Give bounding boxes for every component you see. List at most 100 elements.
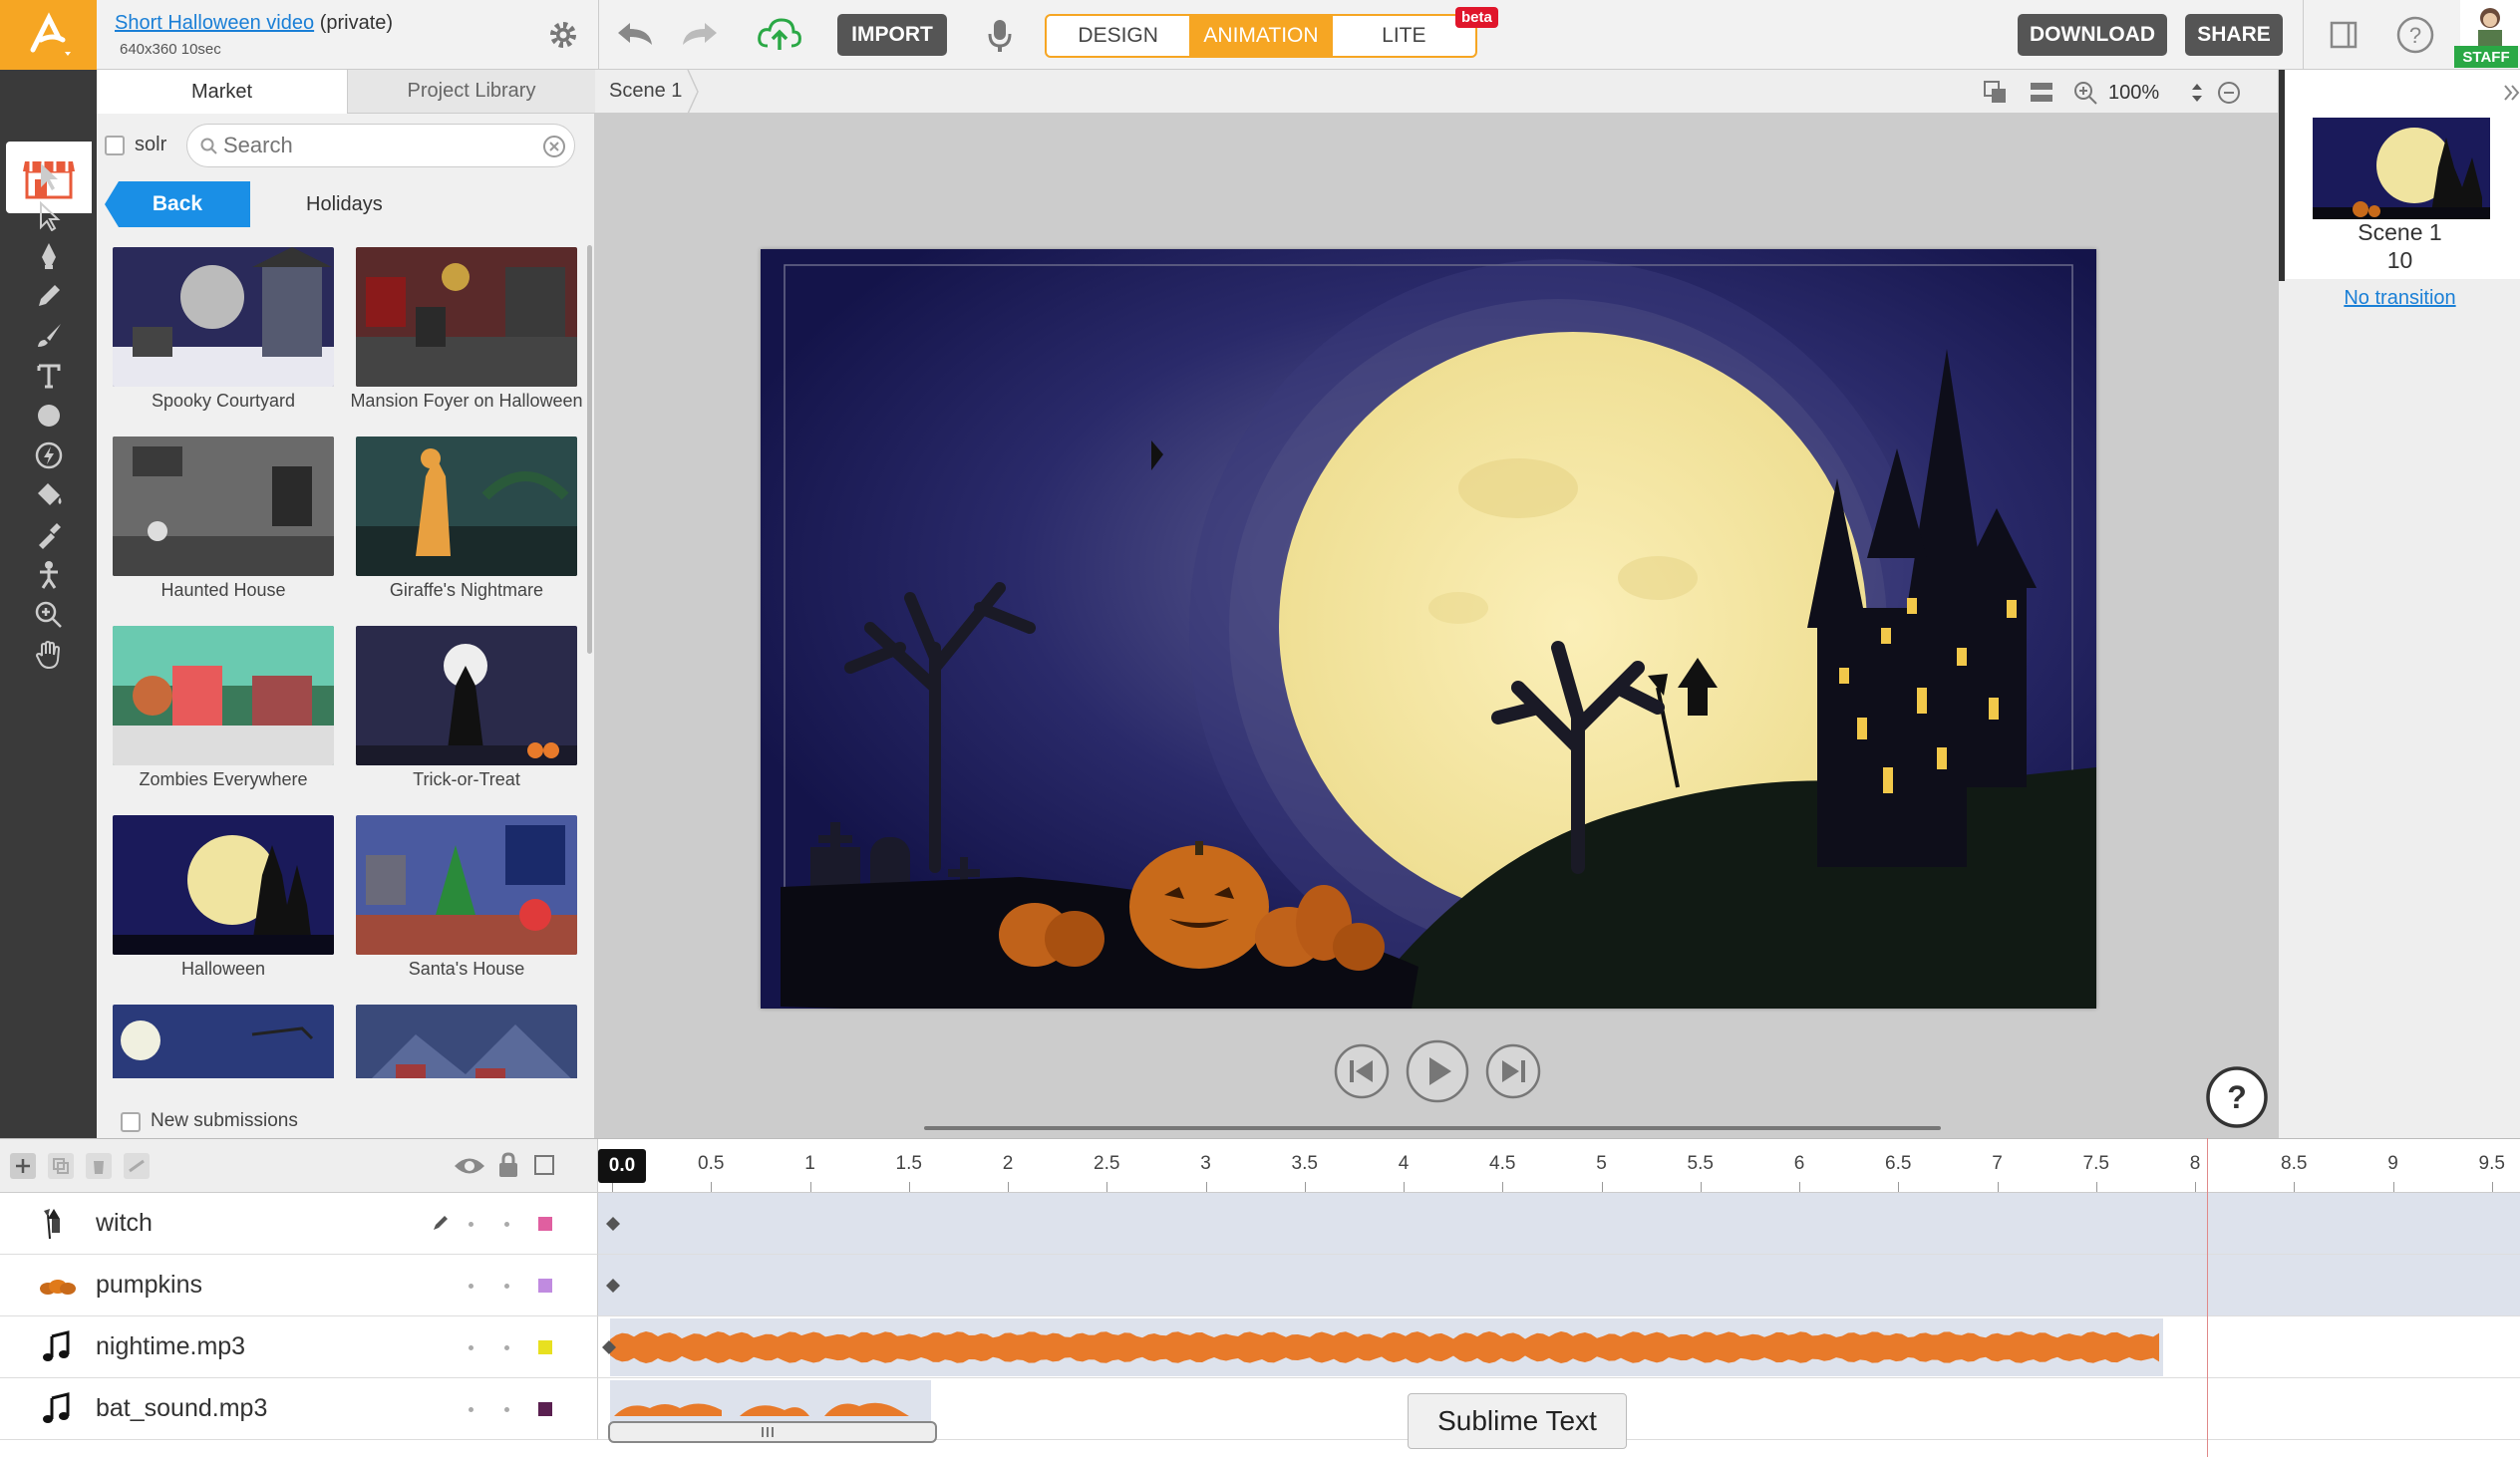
- asset-card[interactable]: Trick-or-Treat: [348, 620, 577, 809]
- lock-dot[interactable]: [504, 1407, 509, 1412]
- duplicate-layer-icon[interactable]: [46, 1151, 76, 1181]
- panel-toggle-icon[interactable]: [2327, 18, 2361, 52]
- logo-icon: [30, 12, 71, 56]
- clear-search-icon[interactable]: [542, 135, 566, 158]
- outline-toggle-icon[interactable]: [532, 1153, 556, 1177]
- new-submissions-checkbox[interactable]: [121, 1112, 141, 1132]
- track-nightime-audio[interactable]: [598, 1316, 2520, 1378]
- ruler-tick-label: 1: [804, 1153, 815, 1174]
- import-button[interactable]: IMPORT: [837, 14, 947, 56]
- align-icon[interactable]: [2027, 78, 2056, 108]
- track-pumpkins[interactable]: [598, 1255, 2520, 1316]
- zoom-stepper-icon[interactable]: [2190, 80, 2204, 106]
- music-note-icon: [43, 1330, 70, 1361]
- settings-gear-icon[interactable]: [546, 18, 580, 52]
- microphone-icon[interactable]: [982, 16, 1018, 56]
- playback-controls: [1333, 1038, 1542, 1104]
- lock-dot[interactable]: [504, 1222, 509, 1227]
- layer-color-swatch[interactable]: [538, 1402, 552, 1416]
- asset-thumbnail: [356, 247, 577, 387]
- asset-card[interactable]: Mansion Foyer on Halloween: [348, 241, 583, 431]
- help-question-icon[interactable]: ?: [2204, 1064, 2270, 1130]
- tab-project-library[interactable]: Project Library: [348, 70, 595, 114]
- help-icon[interactable]: ?: [2394, 14, 2436, 56]
- timeline-layer[interactable]: nightime.mp3: [0, 1316, 598, 1378]
- scene-canvas[interactable]: [761, 249, 2096, 1009]
- layer-color-swatch[interactable]: [538, 1340, 552, 1354]
- zoom-in-icon[interactable]: [2072, 80, 2098, 106]
- solr-checkbox[interactable]: [105, 136, 125, 155]
- asset-card[interactable]: Halloween: [105, 809, 334, 999]
- mode-design[interactable]: DESIGN: [1047, 16, 1189, 56]
- layer-color-swatch[interactable]: [538, 1217, 552, 1231]
- ruler-tick: [612, 1182, 613, 1192]
- divider: [2303, 0, 2304, 70]
- ruler-tick-label: 3.5: [1291, 1153, 1318, 1174]
- keyframe-icon[interactable]: [600, 1338, 618, 1356]
- scene-transition-link[interactable]: No transition: [2279, 287, 2520, 310]
- visibility-dot[interactable]: [469, 1284, 473, 1289]
- scene-breadcrumb[interactable]: Scene 1: [609, 80, 682, 103]
- scene-item[interactable]: Scene 1 10: [2279, 70, 2520, 281]
- timeline-layer[interactable]: bat_sound.mp3: [0, 1378, 598, 1440]
- tab-market[interactable]: Market: [97, 70, 348, 114]
- keyframe-icon[interactable]: [604, 1277, 622, 1295]
- timeline-layer[interactable]: pumpkins: [0, 1255, 598, 1316]
- hand-icon[interactable]: [24, 630, 74, 680]
- share-button[interactable]: SHARE: [2185, 14, 2283, 56]
- layer-color-swatch[interactable]: [538, 1279, 552, 1293]
- lock-icon[interactable]: [496, 1151, 520, 1179]
- timeline-ruler[interactable]: 0.511.522.533.544.555.566.577.588.599.51…: [598, 1139, 2520, 1193]
- playhead-time[interactable]: 0.0: [598, 1149, 646, 1183]
- delete-layer-icon[interactable]: [84, 1151, 114, 1181]
- download-button[interactable]: DOWNLOAD: [2018, 14, 2167, 56]
- add-layer-icon[interactable]: [8, 1151, 38, 1181]
- visibility-dot[interactable]: [469, 1222, 473, 1227]
- zoom-level[interactable]: 100%: [2108, 82, 2159, 105]
- cloud-upload-icon[interactable]: [756, 14, 803, 54]
- search-box: [186, 124, 575, 167]
- asset-card[interactable]: Giraffe's Nightmare: [348, 431, 577, 620]
- mode-lite[interactable]: LITE: [1333, 16, 1475, 56]
- ruler-tick: [1700, 1182, 1702, 1192]
- app-window: Short Halloween video (private) 640x360 …: [0, 0, 2520, 1457]
- back-button[interactable]: Back: [105, 181, 250, 227]
- lock-dot[interactable]: [504, 1345, 509, 1350]
- skip-back-icon[interactable]: [1333, 1042, 1391, 1100]
- asset-card[interactable]: [348, 999, 577, 1078]
- visibility-eye-icon[interactable]: [453, 1153, 486, 1179]
- visibility-dot[interactable]: [469, 1345, 473, 1350]
- redo-icon[interactable]: [678, 16, 722, 52]
- asset-card[interactable]: Haunted House: [105, 431, 334, 620]
- search-input[interactable]: [223, 131, 522, 160]
- stage-horizontal-scrollbar[interactable]: [924, 1126, 1941, 1130]
- track-witch[interactable]: [598, 1193, 2520, 1255]
- app-logo[interactable]: [0, 0, 97, 70]
- asset-label: Mansion Foyer on Halloween: [350, 391, 583, 411]
- keyframe-icon[interactable]: [604, 1215, 622, 1233]
- layers-front-icon[interactable]: [1981, 78, 2011, 108]
- pumpkins-layer-icon: [40, 1280, 76, 1295]
- mode-animation[interactable]: ANIMATION: [1189, 16, 1333, 56]
- skip-forward-icon[interactable]: [1484, 1042, 1542, 1100]
- undo-icon[interactable]: [613, 16, 657, 52]
- layer-options-icon[interactable]: [122, 1151, 152, 1181]
- play-icon[interactable]: [1405, 1038, 1470, 1104]
- asset-card[interactable]: Zombies Everywhere: [105, 620, 334, 809]
- timeline-scrollbar[interactable]: [608, 1421, 937, 1443]
- lock-dot[interactable]: [504, 1284, 509, 1289]
- edit-pencil-icon[interactable]: [431, 1213, 451, 1233]
- asset-card[interactable]: Santa's House: [348, 809, 577, 999]
- collapse-panel-icon[interactable]: [2502, 78, 2520, 108]
- project-name-link[interactable]: Short Halloween video: [115, 12, 314, 34]
- asset-card[interactable]: Spooky Courtyard: [105, 241, 334, 431]
- library-scrollbar[interactable]: [587, 245, 592, 654]
- zoom-out-icon[interactable]: [2216, 80, 2242, 106]
- timeline-layer[interactable]: witch: [0, 1193, 598, 1255]
- asset-card[interactable]: [105, 999, 334, 1078]
- scene-thumbnail[interactable]: [2313, 118, 2490, 219]
- visibility-dot[interactable]: [469, 1407, 473, 1412]
- ruler-tick-label: 5.5: [1687, 1153, 1714, 1174]
- audio-clip[interactable]: [610, 1318, 2163, 1376]
- ruler-tick-label: 4.5: [1489, 1153, 1516, 1174]
